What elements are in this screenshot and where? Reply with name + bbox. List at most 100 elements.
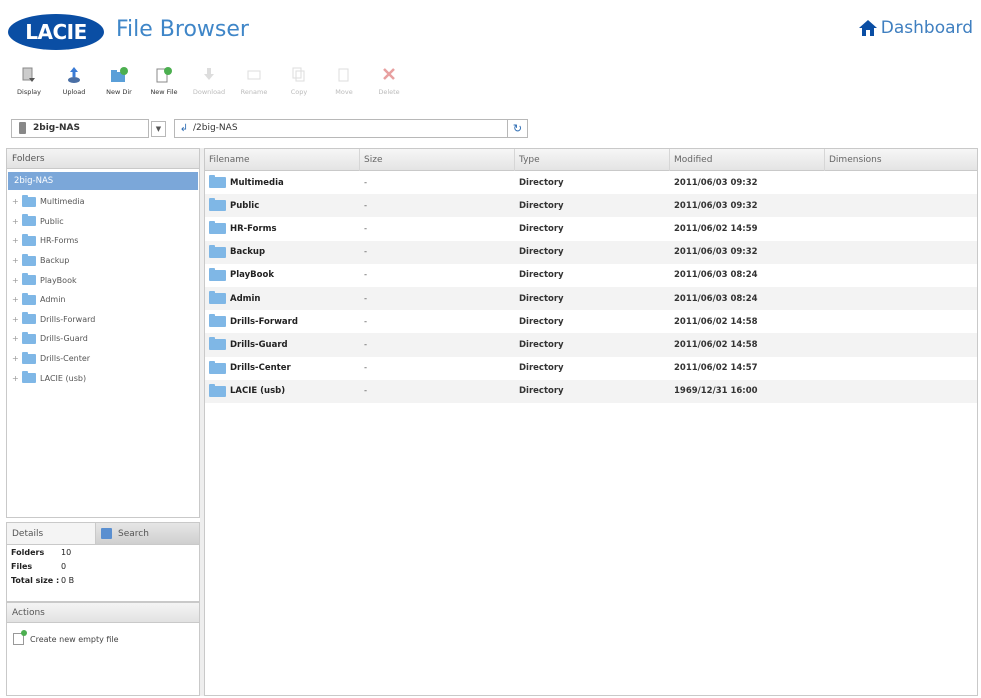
tree-item[interactable]: + Drills-Forward <box>7 310 199 330</box>
cell-modified: 2011/06/03 08:24 <box>674 270 758 281</box>
folder-tree: + Multimedia + Public + HR-Forms + Backup + PlayB… <box>7 192 199 388</box>
cell-type: Directory <box>519 177 564 188</box>
table-row[interactable]: Drills-Forward - Directory 2011/06/02 14:58 <box>205 310 977 333</box>
tree-item[interactable]: + PlayBook <box>7 270 199 290</box>
path-input[interactable]: ↲ /2big-NAS <box>174 118 508 138</box>
cell-filename: Public <box>205 198 360 212</box>
filename-text: PlayBook <box>230 270 274 281</box>
filename-text: Public <box>230 200 260 211</box>
table-row[interactable]: Drills-Center - Directory 2011/06/02 14:57 <box>205 357 977 380</box>
actions-panel: Actions Create new empty file <box>6 602 200 696</box>
action-create-file[interactable]: Create new empty file <box>7 623 199 645</box>
tree-item[interactable]: + LACIE (usb) <box>7 368 199 388</box>
volume-value: 2big-NAS <box>33 123 80 133</box>
folder-icon <box>22 273 36 286</box>
table-body: Multimedia - Directory 2011/06/03 09:32 Publ… <box>205 171 977 403</box>
table-row[interactable]: Admin - Directory 2011/06/03 08:24 <box>205 286 977 311</box>
cell-modified: 2011/06/02 14:57 <box>674 363 758 374</box>
tree-item[interactable]: + Drills-Guard <box>7 329 199 349</box>
tree-root-item[interactable]: 2big-NAS <box>8 172 198 190</box>
detail-key: Folders <box>11 547 45 557</box>
tree-item[interactable]: + Public <box>7 212 199 232</box>
expand-icon[interactable]: + <box>12 295 22 304</box>
table-row[interactable]: LACIE (usb) - Directory 1969/12/31 16:00 <box>205 379 977 403</box>
chevron-down-icon[interactable]: ▼ <box>151 120 166 137</box>
expand-icon[interactable]: + <box>12 354 22 363</box>
expand-icon[interactable]: + <box>12 256 22 265</box>
tab-details[interactable]: Details <box>7 523 95 544</box>
expand-icon[interactable]: + <box>12 217 22 226</box>
delete-icon <box>378 64 400 86</box>
cell-size: - <box>364 363 368 374</box>
dashboard-label: Dashboard <box>880 18 973 38</box>
path-up-icon[interactable]: ↲ <box>178 122 190 134</box>
table-row[interactable]: Backup - Directory 2011/06/03 09:32 <box>205 240 977 264</box>
new-file-icon <box>13 630 27 645</box>
folder-icon <box>22 214 36 227</box>
filename-text: Drills-Guard <box>230 339 288 350</box>
cell-modified: 2011/06/03 09:32 <box>674 177 758 188</box>
folder-icon <box>209 291 226 305</box>
new-file-icon <box>153 64 175 86</box>
delete-label: Delete <box>378 88 400 96</box>
download-button[interactable]: Download <box>190 64 228 108</box>
folder-icon <box>209 383 226 397</box>
cell-type: Directory <box>519 200 564 211</box>
detail-value: 0 <box>61 561 67 571</box>
tree-item[interactable]: + Admin <box>7 290 199 310</box>
detail-row: Total size :0 B <box>7 573 199 587</box>
new-file-button[interactable]: New File <box>145 64 183 108</box>
copy-button[interactable]: Copy <box>280 64 318 108</box>
cell-size: - <box>364 223 368 234</box>
column-type[interactable]: Type <box>515 148 670 171</box>
tree-item-label: HR-Forms <box>40 236 79 246</box>
expand-icon[interactable]: + <box>12 315 22 324</box>
cell-modified: 1969/12/31 16:00 <box>674 386 758 397</box>
column-modified[interactable]: Modified <box>670 148 825 171</box>
toolbar: Display Upload New Dir New File Download… <box>10 64 415 108</box>
folder-icon <box>22 351 36 364</box>
new-dir-icon <box>108 64 130 86</box>
tree-item-label: LACIE (usb) <box>40 373 87 383</box>
cell-filename: LACIE (usb) <box>205 383 360 397</box>
action-label: Create new empty file <box>30 634 119 644</box>
display-button[interactable]: Display <box>10 64 48 108</box>
rename-button[interactable]: Rename <box>235 64 273 108</box>
refresh-icon[interactable]: ↻ <box>508 118 528 138</box>
dashboard-link[interactable]: Dashboard <box>858 18 973 38</box>
filename-text: Admin <box>230 293 261 304</box>
folder-icon <box>209 314 226 328</box>
table-row[interactable]: HR-Forms - Directory 2011/06/02 14:59 <box>205 217 977 240</box>
filename-text: LACIE (usb) <box>230 386 286 397</box>
cell-filename: Drills-Center <box>205 360 360 374</box>
tree-item[interactable]: + Multimedia <box>7 192 199 212</box>
tree-item[interactable]: + Drills-Center <box>7 349 199 369</box>
delete-button[interactable]: Delete <box>370 64 408 108</box>
column-dimensions[interactable]: Dimensions <box>825 149 975 171</box>
expand-icon[interactable]: + <box>12 197 22 206</box>
table-row[interactable]: PlayBook - Directory 2011/06/03 08:24 <box>205 264 977 287</box>
column-size[interactable]: Size <box>360 148 515 171</box>
cell-modified: 2011/06/02 14:58 <box>674 316 758 327</box>
tab-search[interactable]: Search <box>95 523 199 544</box>
detail-row: Files 0 <box>7 559 199 573</box>
table-row[interactable]: Drills-Guard - Directory 2011/06/02 14:58 <box>205 333 977 357</box>
folder-icon <box>209 175 226 189</box>
tree-item[interactable]: + HR-Forms <box>7 231 199 251</box>
expand-icon[interactable]: + <box>12 236 22 245</box>
expand-icon[interactable]: + <box>12 374 22 383</box>
upload-button[interactable]: Upload <box>55 64 93 108</box>
expand-icon[interactable]: + <box>12 276 22 285</box>
new-dir-button[interactable]: New Dir <box>100 64 138 108</box>
tree-item[interactable]: + Backup <box>7 251 199 271</box>
table-row[interactable]: Public - Directory 2011/06/03 09:32 <box>205 194 977 218</box>
expand-icon[interactable]: + <box>12 334 22 343</box>
table-row[interactable]: Multimedia - Directory 2011/06/03 09:32 <box>205 171 977 194</box>
folders-panel-title: Folders <box>7 149 199 169</box>
move-icon <box>333 64 355 86</box>
move-button[interactable]: Move <box>325 64 363 108</box>
volume-select[interactable]: 2big-NAS ▼ <box>11 118 166 138</box>
file-table: Filename Size Type Modified Dimensions M… <box>204 148 978 696</box>
lacie-logo[interactable]: LACIE <box>8 14 104 50</box>
column-filename[interactable]: Filename <box>205 148 360 171</box>
